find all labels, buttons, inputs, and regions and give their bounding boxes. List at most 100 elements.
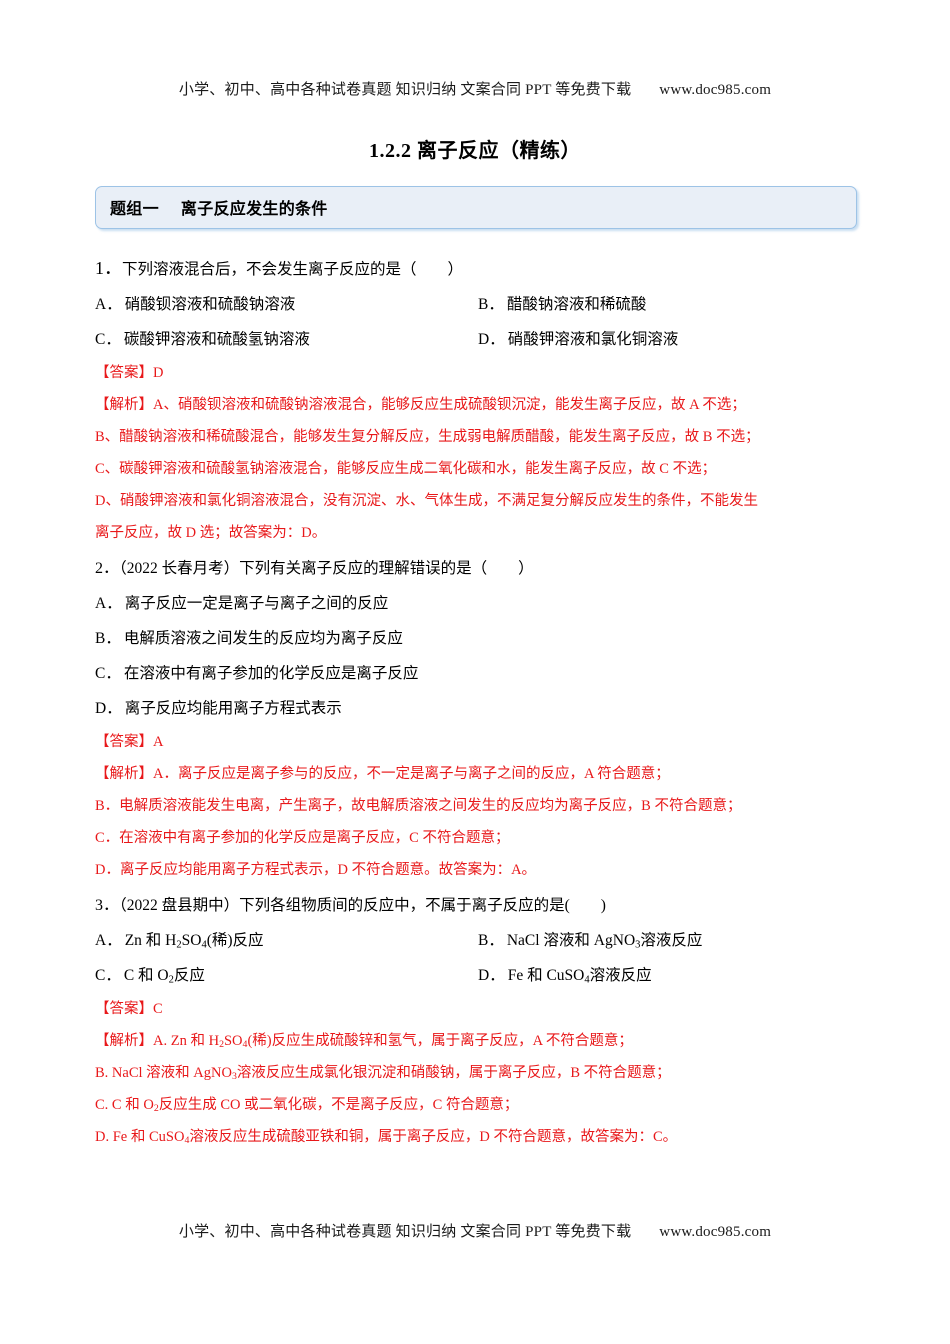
option-c-label: C． xyxy=(95,665,121,682)
analysis-b-part2: 溶液反应生成氯化银沉淀和硝酸钠，属于离子反应，B 不符合题意； xyxy=(236,1065,671,1081)
option-d-text: 离子反应均能用离子方程式表示 xyxy=(124,700,342,717)
question-1-stem: 1．下列溶液混合后，不会发生离子反应的是（ ） xyxy=(95,251,857,287)
option-c-text: 在溶液中有离子参加的化学反应是离子反应 xyxy=(123,665,419,682)
question-3-option-d[interactable]: D． Fe 和 CuSO4溶液反应 xyxy=(478,958,861,993)
analysis-c-part1: C. C 和 O xyxy=(95,1097,154,1113)
question-2-analysis-line-3: C．在溶液中有离子参加的化学反应是离子反应，C 不符合题意； xyxy=(95,830,510,846)
option-b-text: 醋酸钠溶液和稀硫酸 xyxy=(506,296,647,313)
question-1-analysis-line-2: B、醋酸钠溶液和稀硫酸混合，能够发生复分解反应，生成弱电解质醋酸，能发生离子反应… xyxy=(95,429,760,445)
answer-value: C xyxy=(153,1001,163,1017)
analysis-text: A．离子反应是离子参与的反应，不一定是离子与离子之间的反应，A 符合题意； xyxy=(153,766,670,782)
question-3-analysis-line-2: B. NaCl 溶液和 AgNO3溶液反应生成氯化银沉淀和硝酸钠，属于离子反应，… xyxy=(95,1057,857,1089)
question-1-analysis-line-4: D、硝酸钾溶液和氯化铜溶液混合，没有沉淀、水、气体生成，不满足复分解反应发生的条… xyxy=(95,493,758,509)
question-3-option-a[interactable]: A． Zn 和 H2SO4(稀)反应 xyxy=(95,923,478,958)
option-c-label: C． xyxy=(95,967,121,984)
question-1-stem-text: 下列溶液混合后，不会发生离子反应的是（ ） xyxy=(122,261,464,278)
option-a-label: A． xyxy=(95,595,122,612)
header-website-url: www.doc985.com xyxy=(659,82,772,98)
question-1-analysis-line-5: 离子反应，故 D 选；故答案为：D。 xyxy=(95,525,327,541)
option-a-label: A． xyxy=(95,932,122,949)
analysis-tag: 【解析】 xyxy=(95,397,153,413)
analysis-text: A、硝酸钡溶液和硫酸钠溶液混合，能够反应生成硫酸钡沉淀，能发生离子反应，故 A … xyxy=(153,397,746,413)
question-3-analysis-line-1: 【解析】A. Zn 和 H2SO4(稀)反应生成硫酸锌和氢气，属于离子反应，A … xyxy=(95,1025,857,1057)
question-2-stem-text: （2022 长春月考）下列有关离子反应的理解错误的是（ ） xyxy=(119,560,534,577)
question-1-options-row-2: C． 碳酸钾溶液和硫酸氢钠溶液 D． 硝酸钾溶液和氯化铜溶液 xyxy=(95,322,857,357)
question-2-option-d[interactable]: D． 离子反应均能用离子方程式表示 xyxy=(95,691,857,726)
header-promo-text: 小学、初中、高中各种试卷真题 知识归纳 文案合同 PPT 等免费下载 xyxy=(178,82,632,98)
question-3-option-c[interactable]: C． C 和 O2反应 xyxy=(95,958,478,993)
option-d-text-part2: 溶液反应 xyxy=(589,967,652,984)
option-b-label: B． xyxy=(95,630,121,647)
answer-value: A xyxy=(153,734,164,750)
document-page: 小学、初中、高中各种试卷真题 知识归纳 文案合同 PPT 等免费下载 www.do… xyxy=(0,0,950,1344)
question-1-option-a[interactable]: A． 硝酸钡溶液和硫酸钠溶液 xyxy=(95,287,478,322)
question-2-analysis-line-4: D．离子反应均能用离子方程式表示，D 不符合题意。故答案为：A。 xyxy=(95,862,537,878)
analysis-c-part2: 反应生成 CO 或二氧化碳，不是离子反应，C 符合题意； xyxy=(158,1097,519,1113)
footer-text-row: 小学、初中、高中各种试卷真题 知识归纳 文案合同 PPT 等免费下载 www.do… xyxy=(0,1222,950,1243)
document-content: 题组一 离子反应发生的条件 1．下列溶液混合后，不会发生离子反应的是（ ） A．硝… xyxy=(95,186,857,1155)
footer-website-url: www.doc985.com xyxy=(659,1224,772,1240)
analysis-d-part1: D. Fe 和 CuSO xyxy=(95,1129,185,1145)
option-d-text: 硝酸钾溶液和氯化铜溶液 xyxy=(507,331,679,348)
question-1-answer: 【答案】D xyxy=(95,357,857,389)
analysis-tag: 【解析】 xyxy=(95,1033,153,1049)
question-2-number: 2． xyxy=(95,560,120,577)
question-1-option-b[interactable]: B． 醋酸钠溶液和稀硫酸 xyxy=(478,287,861,322)
question-1-options-row-1: A． 硝酸钡溶液和硫酸钠溶液 B． 醋酸钠溶液和稀硫酸 xyxy=(95,287,857,322)
question-1-analysis-line-1: 【解析】A、硝酸钡溶液和硫酸钠溶液混合，能够反应生成硫酸钡沉淀，能发生离子反应，… xyxy=(95,389,857,421)
option-d-label: D． xyxy=(95,700,122,717)
option-c-text-part1: C 和 O xyxy=(123,967,169,984)
question-2-answer: 【答案】A xyxy=(95,726,857,758)
analysis-a-part3: (稀)反应生成硫酸锌和氢气，属于离子反应，A 不符合题意； xyxy=(247,1033,633,1049)
question-1: 1．下列溶液混合后，不会发生离子反应的是（ ） A． 硝酸钡溶液和硫酸钠溶液 B．… xyxy=(95,251,857,549)
question-2: 2．（2022 长春月考）下列有关离子反应的理解错误的是（ ） A． 离子反应一定… xyxy=(95,551,857,886)
option-a-label: A． xyxy=(95,296,122,313)
option-b-label: B． xyxy=(478,932,504,949)
option-b-label: B． xyxy=(478,296,504,313)
section-group-label: 题组一 xyxy=(110,201,159,218)
question-3-analysis-line-4: D. Fe 和 CuSO4溶液反应生成硫酸亚铁和铜，属于离子反应，D 不符合题意… xyxy=(95,1121,857,1153)
question-2-option-b[interactable]: B． 电解质溶液之间发生的反应均为离子反应 xyxy=(95,621,857,656)
question-3-stem: 3．（2022 盘县期中）下列各组物质间的反应中，不属于离子反应的是( ) xyxy=(95,888,857,923)
question-3-option-b[interactable]: B． NaCl 溶液和 AgNO3溶液反应 xyxy=(478,923,861,958)
analysis-tag: 【解析】 xyxy=(95,766,153,782)
question-2-option-a[interactable]: A． 离子反应一定是离子与离子之间的反应 xyxy=(95,586,857,621)
question-3-answer: 【答案】C xyxy=(95,993,857,1025)
option-a-text-part2: SO xyxy=(181,932,202,949)
analysis-d-part2: 溶液反应生成硫酸亚铁和铜，属于离子反应，D 不符合题意，故答案为：C。 xyxy=(189,1129,678,1145)
footer-promo-text: 小学、初中、高中各种试卷真题 知识归纳 文案合同 PPT 等免费下载 xyxy=(178,1224,632,1240)
question-3-stem-text: （2022 盘县期中）下列各组物质间的反应中，不属于离子反应的是( ) xyxy=(119,897,606,914)
page-header: 小学、初中、高中各种试卷真题 知识归纳 文案合同 PPT 等免费下载 www.do… xyxy=(0,80,950,101)
question-1-analysis-line-3: C、碳酸钾溶液和硫酸氢钠溶液混合，能够反应生成二氧化碳和水，能发生离子反应，故 … xyxy=(95,461,717,477)
section-header-title: 题组一 离子反应发生的条件 xyxy=(110,195,842,219)
question-2-stem: 2．（2022 长春月考）下列有关离子反应的理解错误的是（ ） xyxy=(95,551,857,586)
page-footer: 小学、初中、高中各种试卷真题 知识归纳 文案合同 PPT 等免费下载 www.do… xyxy=(0,1222,950,1243)
page-title: 1.2.2 离子反应（精练） xyxy=(369,140,581,162)
question-1-number: 1． xyxy=(95,258,122,278)
answer-value: D xyxy=(153,365,164,381)
option-a-text: 硝酸钡溶液和硫酸钠溶液 xyxy=(124,296,296,313)
question-1-option-d[interactable]: D． 硝酸钾溶液和氯化铜溶液 xyxy=(478,322,861,357)
header-text-row: 小学、初中、高中各种试卷真题 知识归纳 文案合同 PPT 等免费下载 www.do… xyxy=(0,80,950,101)
analysis-a-part1: A. Zn 和 H xyxy=(153,1033,220,1049)
question-3-options-row-1: A． Zn 和 H2SO4(稀)反应 B． NaCl 溶液和 AgNO3溶液反应 xyxy=(95,923,857,958)
option-b-text-part2: 溶液反应 xyxy=(640,932,703,949)
option-d-text-part1: Fe 和 CuSO xyxy=(507,967,585,984)
analysis-b-part1: B. NaCl 溶液和 AgNO xyxy=(95,1065,232,1081)
question-2-analysis-line-1: 【解析】A．离子反应是离子参与的反应，不一定是离子与离子之间的反应，A 符合题意… xyxy=(95,758,857,790)
option-d-label: D． xyxy=(478,331,505,348)
question-2-option-c[interactable]: C． 在溶液中有离子参加的化学反应是离子反应 xyxy=(95,656,857,691)
question-3-analysis-line-3: C. C 和 O2反应生成 CO 或二氧化碳，不是离子反应，C 符合题意； xyxy=(95,1089,857,1121)
option-b-text-part1: NaCl 溶液和 AgNO xyxy=(506,932,636,949)
section-group-title: 离子反应发生的条件 xyxy=(180,201,328,218)
option-b-text: 电解质溶液之间发生的反应均为离子反应 xyxy=(123,630,403,647)
analysis-a-part2: SO xyxy=(223,1033,243,1049)
question-1-option-c[interactable]: C． 碳酸钾溶液和硫酸氢钠溶液 xyxy=(95,322,478,357)
question-3: 3．（2022 盘县期中）下列各组物质间的反应中，不属于离子反应的是( ) A．… xyxy=(95,888,857,1153)
option-a-text: 离子反应一定是离子与离子之间的反应 xyxy=(124,595,389,612)
option-a-text-part1: Zn 和 H xyxy=(124,932,177,949)
option-c-label: C． xyxy=(95,331,121,348)
option-d-label: D． xyxy=(478,967,505,984)
question-2-analysis-line-2: B．电解质溶液能发生电离，产生离子，故电解质溶液之间发生的反应均为离子反应，B … xyxy=(95,798,742,814)
option-a-text-part3: (稀)反应 xyxy=(206,932,264,949)
